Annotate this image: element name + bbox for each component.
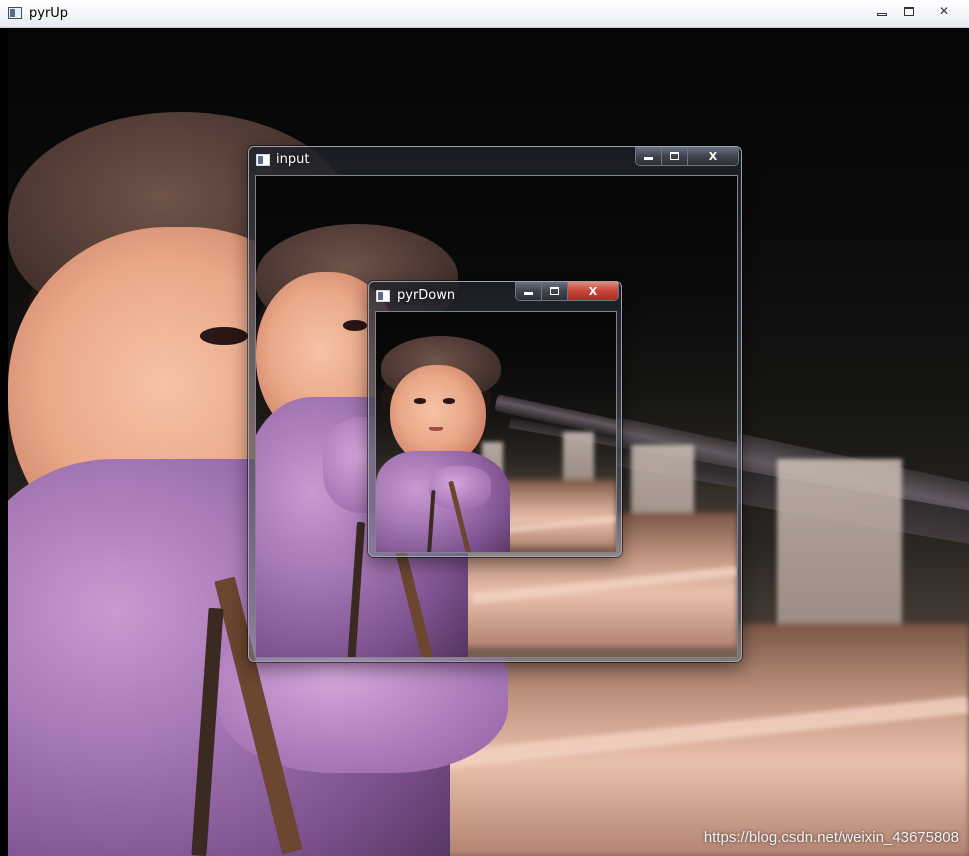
window-app-icon (256, 154, 270, 166)
child-eye (200, 326, 249, 345)
child-eye (342, 320, 367, 331)
minimize-button[interactable] (636, 147, 663, 165)
pyrup-titlebar[interactable]: pyrUp ✕ (0, 0, 969, 28)
pyrdown-window[interactable]: pyrDown X (368, 281, 622, 557)
maximize-button[interactable] (896, 2, 922, 20)
minimize-icon (877, 12, 887, 16)
close-icon: X (708, 149, 718, 163)
close-button[interactable]: X (688, 147, 738, 165)
input-title: input (276, 152, 310, 167)
window-app-icon (8, 7, 22, 19)
pyrup-title: pyrUp (29, 6, 69, 21)
minimize-icon (644, 156, 654, 160)
pyrdown-image (375, 311, 617, 553)
close-icon: ✕ (938, 4, 950, 18)
close-button[interactable]: X (568, 282, 618, 300)
maximize-icon (550, 287, 560, 295)
input-caption-buttons: X (635, 147, 739, 166)
minimize-button[interactable] (869, 2, 895, 20)
pyrdown-title: pyrDown (397, 288, 456, 303)
child-eye (414, 398, 427, 404)
maximize-icon (904, 6, 914, 16)
minimize-button[interactable] (516, 282, 543, 300)
jacket-collar (428, 465, 492, 509)
maximize-button[interactable] (662, 147, 688, 165)
minimize-icon (524, 291, 534, 295)
close-button[interactable]: ✕ (923, 2, 965, 20)
maximize-icon (670, 152, 680, 160)
pyrdown-caption-buttons: X (515, 282, 619, 301)
watermark-text: https://blog.csdn.net/weixin_43675808 (703, 829, 959, 846)
close-icon: X (588, 284, 598, 298)
child-eye (443, 398, 456, 404)
maximize-button[interactable] (542, 282, 568, 300)
window-app-icon (376, 290, 390, 302)
